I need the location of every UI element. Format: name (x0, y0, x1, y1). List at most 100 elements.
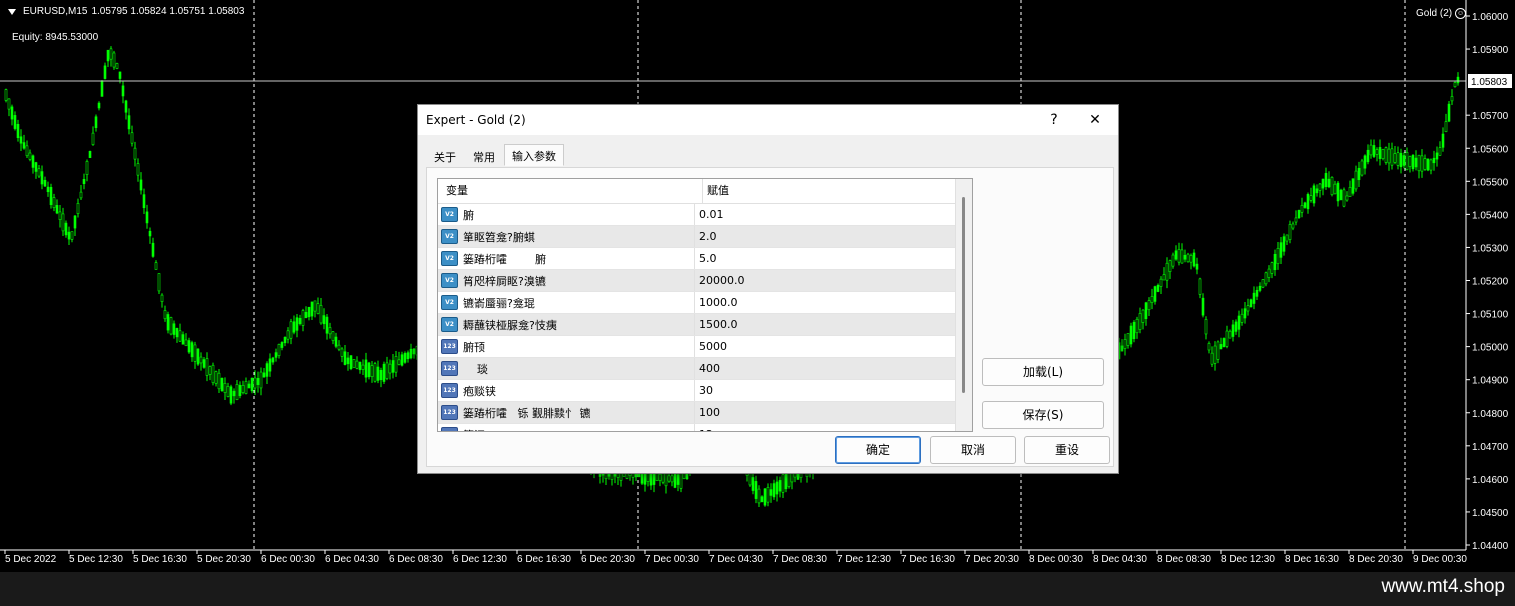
candle-body (1183, 254, 1187, 260)
table-row[interactable]: 123 篓蹖桁嚯 铄 觐腓黩忄 镳 100 (438, 402, 972, 424)
candle-body (1339, 189, 1343, 201)
candle-body (406, 352, 410, 360)
table-header: 变量 赋值 (438, 179, 972, 204)
candle-body (1447, 103, 1451, 122)
ohlc-label: 1.05795 1.05824 1.05751 1.05803 (91, 6, 245, 17)
candle-body (1282, 236, 1286, 252)
candle-body (1303, 202, 1307, 208)
save-button[interactable]: 保存(S) (982, 401, 1104, 429)
candle-body (1414, 157, 1418, 168)
time-tick-label: 8 Dec 00:30 (1029, 554, 1083, 565)
candle-body (100, 81, 104, 97)
table-row[interactable]: 123 琰 400 (438, 358, 972, 380)
param-value[interactable]: 400 (695, 362, 720, 375)
param-name-cell: 123 腑顸 (438, 336, 695, 357)
candle-body (268, 358, 272, 372)
candle-body (160, 294, 164, 302)
param-name-cell: V2 箪眍笤龛?腑蜞 (438, 226, 695, 247)
candle-body (325, 316, 329, 334)
candle-body (1450, 96, 1454, 102)
column-header-value[interactable]: 赋值 (703, 179, 729, 203)
candle-body (334, 336, 338, 347)
price-tick-label: 1.05000 (1472, 343, 1509, 354)
table-row[interactable]: 123 腑顸 5000 (438, 336, 972, 358)
ok-button[interactable]: 确定 (835, 436, 921, 464)
tab-inputs[interactable]: 输入参数 (504, 144, 564, 166)
time-tick-label: 5 Dec 16:30 (133, 554, 187, 565)
candle-body (232, 390, 236, 397)
column-header-variable[interactable]: 变量 (438, 179, 703, 203)
param-value[interactable]: 0.01 (695, 208, 724, 221)
table-row[interactable]: V2 篓蹖桁嚯 腑 5.0 (438, 248, 972, 270)
param-value[interactable]: 2.0 (695, 230, 717, 243)
price-tick-label: 1.05100 (1472, 310, 1509, 321)
tab-about[interactable]: 关于 (426, 145, 464, 167)
candle-body (226, 386, 230, 397)
candle-body (304, 311, 308, 319)
table-row[interactable]: V2 腑 0.01 (438, 204, 972, 226)
param-value[interactable]: 100 (695, 406, 720, 419)
candle-body (106, 49, 110, 62)
candle-body (1201, 297, 1205, 316)
price-tick-label: 1.04500 (1472, 508, 1509, 519)
param-name-cell: V2 耨蘸铗桠脲龛?忮痍 (438, 314, 695, 335)
table-row[interactable]: V2 箪眍笤龛?腑蜞 2.0 (438, 226, 972, 248)
dialog-titlebar[interactable]: Expert - Gold (2) ? ✕ (418, 105, 1118, 135)
param-value[interactable]: 20000.0 (695, 274, 745, 287)
candle-body (1336, 182, 1340, 202)
table-row[interactable]: V2 耨蘸铗桠脲龛?忮痍 1500.0 (438, 314, 972, 336)
param-name-cell: 123 篓汩 (438, 424, 695, 431)
candle-body (208, 366, 212, 375)
table-row[interactable]: 123 篓汩 12 (438, 424, 972, 431)
price-tick-label: 1.05500 (1472, 177, 1509, 188)
candle-body (1198, 278, 1202, 295)
candle-body (1429, 159, 1433, 171)
candle-body (763, 488, 767, 506)
expert-indicator[interactable]: Gold (2) ☺ (1416, 8, 1467, 19)
candle-body (1423, 158, 1427, 170)
param-value[interactable]: 1500.0 (695, 318, 738, 331)
candle-body (1420, 155, 1424, 172)
table-row[interactable]: 123 疱赕铗 30 (438, 380, 972, 402)
candle-body (1345, 195, 1349, 201)
reset-button[interactable]: 重设 (1024, 436, 1110, 464)
candle-body (778, 480, 782, 492)
table-row[interactable]: V2 筲咫梓屙眍?溴镳 20000.0 (438, 270, 972, 292)
integer-type-icon: 123 (441, 383, 458, 398)
close-button[interactable]: ✕ (1084, 109, 1106, 131)
candle-body (220, 377, 224, 392)
help-button[interactable]: ? (1044, 109, 1064, 131)
param-value[interactable]: 1000.0 (695, 296, 738, 309)
candle-body (1441, 133, 1445, 148)
candle-body (1246, 305, 1250, 312)
time-tick-label: 5 Dec 20:30 (197, 554, 251, 565)
candle-body (781, 474, 785, 493)
candle-body (145, 211, 149, 224)
candle-body (1135, 318, 1139, 334)
candle-body (82, 179, 86, 184)
candle-body (166, 314, 170, 331)
double-type-icon: V2 (441, 207, 458, 222)
candle-body (370, 365, 374, 377)
integer-type-icon: 123 (441, 339, 458, 354)
cancel-button[interactable]: 取消 (930, 436, 1016, 464)
candle-body (340, 348, 344, 357)
table-scrollbar[interactable] (955, 179, 972, 431)
param-value[interactable]: 30 (695, 384, 713, 397)
candle-body (358, 361, 362, 371)
candle-body (265, 363, 269, 377)
candle-body (388, 363, 392, 374)
candle-body (130, 132, 134, 144)
candle-body (661, 472, 665, 483)
table-row[interactable]: V2 镳嵛蜃骊?龛琨 1000.0 (438, 292, 972, 314)
load-button[interactable]: 加载(L) (982, 358, 1104, 386)
scrollbar-thumb[interactable] (962, 197, 965, 393)
param-value[interactable]: 5000 (695, 340, 727, 353)
time-tick-label: 7 Dec 00:30 (645, 554, 699, 565)
param-value[interactable]: 12 (695, 428, 713, 431)
candle-body (244, 381, 248, 394)
param-value[interactable]: 5.0 (695, 252, 717, 265)
candle-body (79, 191, 83, 199)
candle-body (154, 262, 158, 270)
tab-common[interactable]: 常用 (465, 145, 503, 167)
